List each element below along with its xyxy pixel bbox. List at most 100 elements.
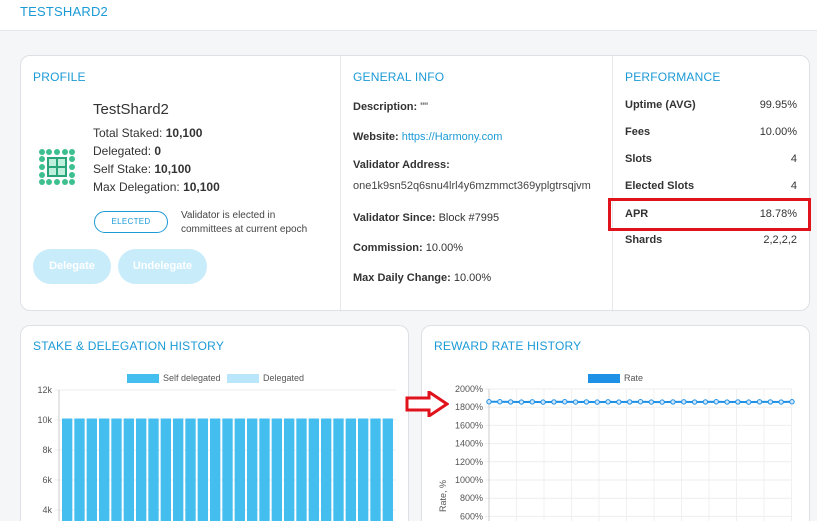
rate-point	[746, 399, 752, 405]
y-tick-label: 1400%	[455, 439, 483, 449]
bar-self-delegated	[284, 418, 295, 521]
rate-point	[691, 399, 698, 405]
bar-self-delegated	[62, 418, 73, 521]
rate-point	[648, 399, 655, 405]
stake-delegation-chart: 12k 10k 8k 6k 4k	[37, 385, 396, 521]
y-tick-label: 1800%	[455, 402, 483, 412]
rate-point	[562, 399, 568, 405]
profile-section-title: PROFILE	[33, 70, 86, 84]
max-delegation: Max Delegation: 10,100	[93, 180, 220, 194]
max-daily-change-value: 10.00%	[453, 272, 492, 284]
bar-self-delegated	[136, 418, 147, 521]
rate-point	[507, 399, 514, 405]
y-tick-label: 800%	[460, 493, 483, 503]
rate-point	[789, 399, 795, 405]
rate-point	[497, 399, 503, 405]
bar-self-delegated	[370, 418, 381, 521]
y-tick-label: 10k	[37, 415, 52, 425]
max-daily-change-row: Max Daily Change: 10.00%	[353, 272, 491, 284]
description-label: Description:	[353, 101, 418, 113]
bar-self-delegated	[111, 418, 122, 521]
commission-label: Commission:	[353, 242, 423, 254]
bar-self-delegated	[382, 418, 393, 521]
bar-self-delegated	[210, 418, 221, 521]
delegated: Delegated: 0	[93, 144, 161, 158]
column-divider	[340, 56, 341, 312]
description-row: Description: ""	[353, 101, 428, 113]
bar-self-delegated	[197, 418, 208, 521]
bar-self-delegated	[333, 418, 344, 521]
stake-delegation-history-card: STAKE & DELEGATION HISTORY Self delegate…	[20, 325, 409, 521]
max-delegation-label: Max Delegation:	[93, 180, 180, 194]
bar-self-delegated	[74, 418, 85, 521]
delegated-value: 0	[154, 144, 162, 158]
rate-point	[767, 399, 774, 405]
self-stake-value: 10,100	[154, 162, 192, 176]
bar-self-delegated	[358, 418, 369, 521]
validator-logo-icon	[39, 149, 75, 185]
reward-rate-chart: 2000% 1800% 1600% 1400% 1200% 1000% 800% 600% Ra…	[438, 384, 795, 521]
bar-self-delegated	[222, 418, 233, 521]
y-tick-label: 6k	[42, 475, 52, 485]
validator-since-value: Block #7995	[438, 212, 500, 224]
bar-self-delegated	[173, 418, 184, 521]
y-axis-title: Rate, %	[438, 480, 448, 512]
description-value: ""	[420, 101, 429, 113]
commission-value: 10.00%	[425, 242, 464, 254]
rate-point	[583, 399, 590, 405]
rate-point	[626, 399, 633, 405]
fees-label: Fees	[625, 126, 651, 138]
bar-self-delegated	[296, 418, 307, 521]
rate-point	[540, 399, 546, 405]
y-tick-label: 1200%	[455, 457, 483, 467]
bar-self-delegated	[271, 418, 282, 521]
rate-point	[724, 399, 730, 405]
website-link[interactable]: https://Harmony.com	[402, 131, 503, 143]
website-row: Website: https://Harmony.com	[353, 131, 502, 143]
bar-self-delegated	[123, 418, 134, 521]
page-title: TESTSHARD2	[20, 4, 108, 19]
fees-value: 10.00%	[759, 126, 797, 138]
elected-slots-label: Elected Slots	[625, 180, 695, 192]
reward-rate-history-card: REWARD RATE HISTORY Rate 2000% 1800% 1600%…	[421, 325, 810, 521]
rate-point	[756, 399, 763, 405]
self-stake: Self Stake: 10,100	[93, 162, 191, 176]
rate-point	[778, 399, 784, 405]
annotation-arrow-icon	[405, 391, 449, 417]
rate-point	[572, 399, 579, 405]
max-delegation-value: 10,100	[183, 180, 220, 194]
bar-self-delegated	[160, 418, 171, 521]
bar-self-delegated	[86, 418, 97, 521]
apr-highlight-box	[608, 198, 811, 231]
shards-value: 2,2,2,2	[763, 234, 797, 246]
rate-point	[659, 399, 665, 405]
validator-address-label: Validator Address:	[353, 159, 450, 171]
undelegate-button[interactable]: Undelegate	[118, 249, 207, 284]
rate-point	[529, 399, 535, 405]
commission-row: Commission: 10.00%	[353, 242, 463, 254]
bar-self-delegated	[148, 418, 159, 521]
performance-section-title: PERFORMANCE	[625, 70, 721, 84]
bar-self-delegated	[234, 418, 245, 521]
shards-label: Shards	[625, 234, 663, 246]
y-tick-label: 4k	[42, 505, 52, 515]
rate-point	[616, 399, 622, 405]
bar-self-delegated	[99, 418, 110, 521]
total-staked: Total Staked: 10,100	[93, 126, 202, 140]
rate-point	[681, 399, 687, 405]
rate-point	[605, 399, 611, 405]
uptime-label: Uptime (AVG)	[625, 99, 696, 111]
column-divider	[612, 56, 613, 312]
rate-point	[637, 399, 644, 405]
bar-self-delegated	[321, 418, 332, 521]
total-staked-value: 10,100	[165, 126, 203, 140]
y-tick-label: 8k	[42, 445, 52, 455]
delegate-button[interactable]: Delegate	[33, 249, 111, 284]
elected-status-badge: ELECTED	[94, 211, 168, 233]
validator-info-card: PROFILE TestShard2 Total Staked: 10,100 …	[20, 55, 811, 312]
validator-since-row: Validator Since: Block #7995	[353, 212, 499, 224]
bar-self-delegated	[345, 418, 356, 521]
slots-value: 4	[790, 153, 797, 165]
y-tick-label: 1000%	[455, 475, 483, 485]
elected-slots-value: 4	[790, 180, 797, 192]
